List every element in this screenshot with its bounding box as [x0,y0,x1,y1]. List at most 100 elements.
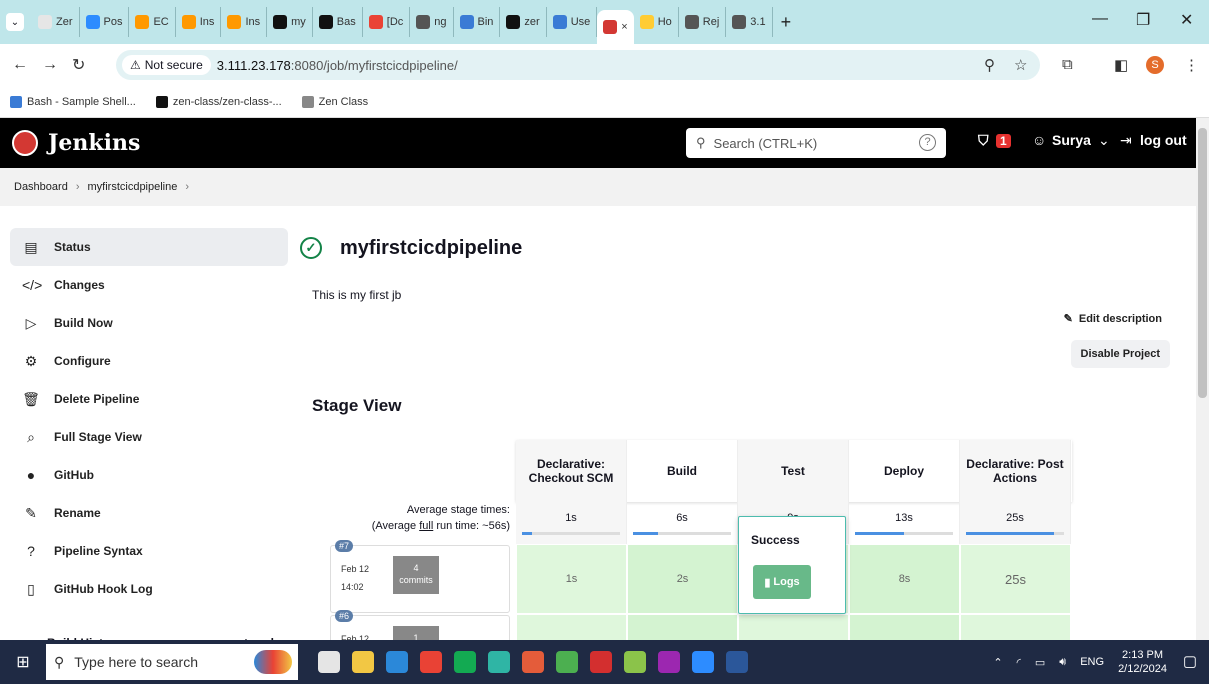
build-run-label[interactable]: #7 Feb 12 14:02 4 commits [330,540,510,613]
windows-start-icon[interactable]: ⊞ [0,640,46,684]
search-input[interactable]: ⚲ Search (CTRL+K) ? [686,128,946,158]
taskbar-app-icon[interactable] [318,651,340,673]
jenkins-title[interactable]: Jenkins [48,130,140,156]
security-count-badge[interactable]: 1 [996,134,1011,148]
stage-cell[interactable]: 1s [516,544,627,614]
forward-icon[interactable]: → [42,56,58,74]
stage-cell[interactable]: 8s [849,544,960,614]
browser-tab[interactable]: Ins [176,7,222,37]
bookmark-item[interactable]: zen-class/zen-class-... [155,95,282,108]
browser-tab[interactable]: EC [129,7,176,37]
side-panel-icon[interactable]: ◧ [1114,56,1128,74]
jenkins-logo-icon[interactable] [12,130,38,156]
search-help-icon[interactable]: ? [919,134,936,151]
sidebar-item-rename[interactable]: ✎ Rename [10,494,288,532]
taskbar-app-icon[interactable] [556,651,578,673]
browser-tab[interactable]: Bas [313,7,363,37]
network-icon[interactable]: ◜ [1017,656,1021,669]
back-icon[interactable]: ← [12,56,28,74]
taskbar-app-icon[interactable] [624,651,646,673]
taskbar-app-icon[interactable] [488,651,510,673]
browser-tab[interactable]: 3.1 [726,7,773,37]
tab-title: my [291,16,306,28]
minimize-icon[interactable]: — [1092,10,1108,28]
browser-menu-icon[interactable]: ⋮ [1184,56,1199,74]
commits-badge[interactable]: 4 commits [393,556,439,594]
battery-icon[interactable]: ▭ [1035,656,1045,669]
breadcrumb-dashboard[interactable]: Dashboard [14,181,68,193]
taskbar-app-icon[interactable] [590,651,612,673]
not-secure-badge[interactable]: ⚠ Not secure [122,55,211,75]
browser-tab[interactable]: Rej [679,7,727,37]
build-number-badge[interactable]: #6 [335,610,354,622]
browser-tab[interactable]: Zer [32,7,80,37]
sidebar-item-status[interactable]: ▤ Status [10,228,288,266]
build-date-time: 14:02 [341,582,364,592]
sidebar-item-github-hook-log[interactable]: ▯ GitHub Hook Log [10,570,288,608]
tab-title: Zer [56,16,73,28]
sidebar-item-configure[interactable]: ⚙ Configure [10,342,288,380]
sidebar-item-delete-pipeline[interactable]: 🗑 Delete Pipeline [10,380,288,418]
close-window-icon[interactable]: ✕ [1180,10,1193,30]
sidebar-item-pipeline-syntax[interactable]: ? Pipeline Syntax [10,532,288,570]
taskbar-app-icon[interactable] [352,651,374,673]
url-bar[interactable]: ⚠ Not secure 3.111.23.178:8080/job/myfirs… [116,50,1040,80]
sidebar-item-build-now[interactable]: ▷ Build Now [10,304,288,342]
taskbar-app-icon[interactable] [386,651,408,673]
copilot-icon[interactable] [254,650,292,674]
taskbar-app-icon[interactable] [420,651,442,673]
stage-cell[interactable]: 2s [627,544,738,614]
notifications-icon[interactable]: ▢ [1183,652,1197,670]
user-menu[interactable]: Surya [1052,132,1091,148]
breadcrumb-job[interactable]: myfirstcicdpipeline [88,181,178,193]
volume-icon[interactable]: 🔊︎ [1059,656,1066,669]
restore-icon[interactable]: ❐ [1136,10,1150,30]
full-run-link[interactable]: full [419,520,433,532]
reload-icon[interactable]: ↻ [72,55,85,75]
browser-tab[interactable]: Pos [80,7,130,37]
sidebar-item-full-stage-view[interactable]: ⌕ Full Stage View [10,418,288,456]
taskbar-app-icon[interactable] [522,651,544,673]
bookmark-item[interactable]: Bash - Sample Shell... [10,95,136,108]
new-tab-button[interactable]: + [781,12,792,33]
browser-tab[interactable]: × [597,10,634,44]
build-number-badge[interactable]: #7 [335,540,354,552]
browser-tab[interactable]: [Dc [363,7,411,37]
sidebar-item-github[interactable]: ● GitHub [10,456,288,494]
bookmark-star-icon[interactable]: ☆ [1014,56,1027,74]
stage-cell[interactable]: 25s [960,544,1071,614]
browser-tab[interactable]: ng [410,7,454,37]
logout-link[interactable]: log out [1140,132,1187,148]
browser-tab[interactable]: my [267,7,313,37]
tab-search-button[interactable]: ⌄ [6,13,24,31]
extensions-icon[interactable]: ⧉ [1062,56,1073,73]
browser-tab[interactable]: zer [500,7,547,37]
taskbar-search-input[interactable]: ⚲ Type here to search [46,644,298,680]
scrollbar-thumb[interactable] [1198,128,1207,398]
chevron-right-icon[interactable]: › [185,181,189,193]
bookmark-item[interactable]: Zen Class [301,95,368,108]
disable-project-button[interactable]: Disable Project [1070,340,1170,368]
taskbar-app-icon[interactable] [726,651,748,673]
chevron-up-icon[interactable]: ⌃ [993,656,1002,669]
taskbar-app-icon[interactable] [658,651,680,673]
security-shield-icon[interactable]: ⛉ [978,132,989,149]
zoom-icon[interactable]: ⚲ [984,56,995,74]
browser-tab[interactable]: Bin [454,7,501,37]
clock[interactable]: 2:13 PM 2/12/2024 [1118,648,1167,676]
browser-tab[interactable]: Ho [634,7,679,37]
chevron-down-icon[interactable]: ⌄ [1098,132,1110,149]
browser-tab[interactable]: Ins [221,7,268,37]
browser-tab[interactable]: Use [547,7,598,37]
page-scrollbar[interactable] [1196,118,1209,640]
profile-avatar[interactable]: S [1146,56,1164,74]
sidebar-item-icon: ✎ [25,504,37,521]
taskbar-app-icon[interactable] [692,651,714,673]
sidebar-item-changes[interactable]: </> Changes [10,266,288,304]
stage-header: Declarative: Post Actions [960,440,1071,502]
edit-description-link[interactable]: ✎ Edit description [1064,312,1162,325]
language-indicator[interactable]: ENG [1080,656,1104,668]
url-text[interactable]: 3.111.23.178:8080/job/myfirstcicdpipelin… [217,58,458,73]
logs-button[interactable]: ▮ Logs [753,565,811,599]
taskbar-app-icon[interactable] [454,651,476,673]
